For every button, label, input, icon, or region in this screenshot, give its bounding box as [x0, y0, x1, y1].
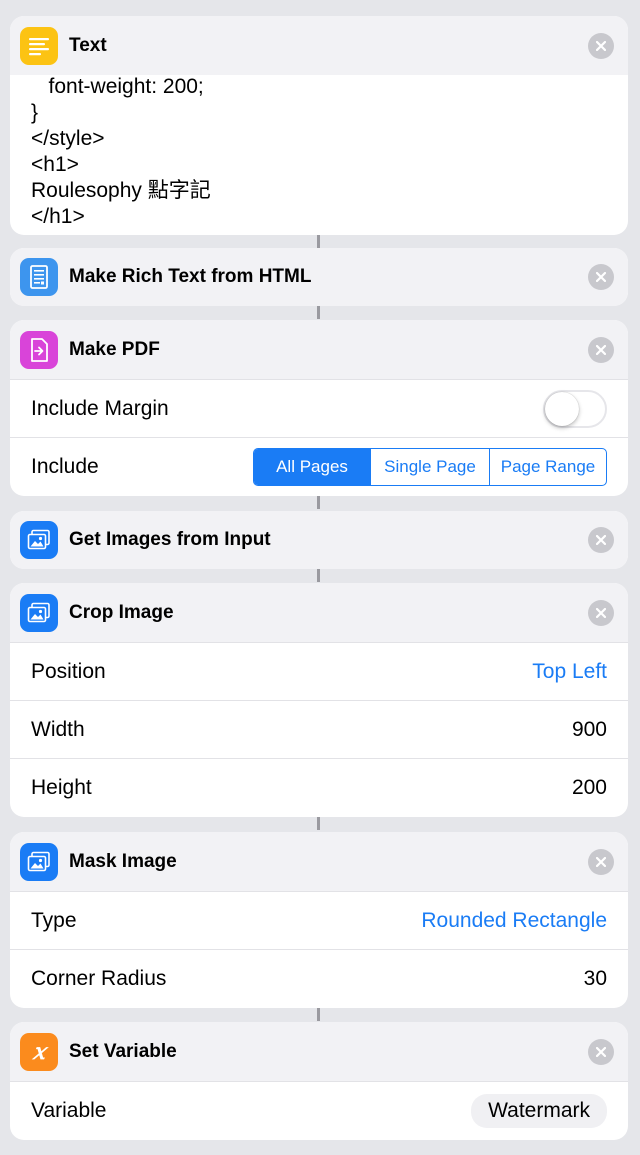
close-icon — [596, 856, 606, 867]
pdf-export-icon — [20, 330, 58, 369]
get-images-action-title: Get Images from Input — [69, 529, 271, 550]
include-margin-label: Include Margin — [31, 396, 169, 420]
rich-text-action-title: Make Rich Text from HTML — [69, 266, 312, 287]
segment-all-pages[interactable]: All Pages — [254, 448, 370, 485]
corner-radius-row[interactable]: Corner Radius 30 — [10, 949, 628, 1007]
make-pdf-action-header[interactable]: Make PDF — [10, 320, 628, 379]
text-line: Roulesophy 點字記 — [31, 179, 211, 202]
document-icon — [20, 258, 58, 296]
crop-image-action-title: Crop Image — [69, 601, 174, 623]
variable-name-token[interactable]: Watermark — [471, 1093, 607, 1128]
close-icon — [596, 535, 606, 545]
include-margin-toggle[interactable] — [543, 389, 607, 428]
crop-image-action-card: Crop Image Position Top Left Width 900 H… — [10, 583, 628, 817]
text-action-title: Text — [69, 34, 107, 56]
include-row: Include All Pages Single Page Page Range — [10, 437, 628, 495]
text-lines-icon — [20, 26, 58, 65]
action-connector — [317, 1008, 320, 1021]
type-row[interactable]: Type Rounded Rectangle — [10, 891, 628, 949]
close-icon — [596, 272, 606, 282]
text-line: <h1> — [31, 153, 79, 176]
remove-rich-text-action-button[interactable] — [588, 264, 614, 290]
variable-x-icon: 𝑥 — [20, 1032, 58, 1071]
get-images-action-card: Get Images from Input — [10, 511, 628, 569]
text-line: font-weight: 200; — [31, 75, 204, 98]
position-label: Position — [31, 659, 106, 683]
remove-make-pdf-action-button[interactable] — [588, 336, 614, 363]
remove-get-images-action-button[interactable] — [588, 527, 614, 553]
action-connector — [317, 496, 320, 509]
mask-image-action-card: Mask Image Type Rounded Rectangle Corner… — [10, 832, 628, 1008]
height-value[interactable]: 200 — [572, 776, 607, 800]
close-icon — [596, 344, 606, 355]
width-label: Width — [31, 717, 85, 741]
segment-single-page[interactable]: Single Page — [370, 448, 489, 485]
include-margin-row: Include Margin — [10, 379, 628, 437]
close-icon — [596, 607, 606, 618]
set-variable-action-title: Set Variable — [69, 1040, 177, 1062]
crop-image-action-header[interactable]: Crop Image — [10, 583, 628, 642]
toggle-knob — [545, 391, 579, 426]
width-row[interactable]: Width 900 — [10, 700, 628, 758]
width-value[interactable]: 900 — [572, 718, 607, 742]
action-connector — [317, 569, 320, 582]
remove-mask-image-action-button[interactable] — [588, 848, 614, 875]
set-variable-action-card: 𝑥 Set Variable Variable Watermark — [10, 1022, 628, 1140]
text-content-editor[interactable]: font-weight: 200; } </style> <h1> Roules… — [10, 74, 628, 230]
mask-image-action-title: Mask Image — [69, 850, 177, 872]
height-row[interactable]: Height 200 — [10, 758, 628, 816]
text-line: } — [31, 101, 39, 124]
photos-icon — [20, 521, 58, 559]
action-connector — [317, 235, 320, 248]
corner-radius-value[interactable]: 30 — [584, 967, 607, 991]
rich-text-action-header[interactable]: Make Rich Text from HTML — [10, 248, 628, 306]
remove-crop-image-action-button[interactable] — [588, 599, 614, 626]
mask-image-action-header[interactable]: Mask Image — [10, 832, 628, 891]
include-segmented-control: All Pages Single Page Page Range — [253, 447, 607, 486]
variable-row: Variable Watermark — [10, 1081, 628, 1139]
remove-set-variable-action-button[interactable] — [588, 1038, 614, 1065]
action-connector — [317, 306, 320, 319]
height-label: Height — [31, 775, 92, 799]
type-label: Type — [31, 908, 77, 932]
include-label: Include — [31, 454, 99, 478]
close-icon — [596, 40, 606, 51]
text-line: </h1> — [31, 205, 85, 228]
text-action-card: Text font-weight: 200; } </style> <h1> R… — [10, 16, 628, 235]
segment-page-range[interactable]: Page Range — [489, 448, 606, 485]
set-variable-action-header[interactable]: 𝑥 Set Variable — [10, 1022, 628, 1081]
photos-icon — [20, 842, 58, 881]
text-action-header[interactable]: Text — [10, 16, 628, 75]
make-pdf-action-title: Make PDF — [69, 338, 160, 360]
get-images-action-header[interactable]: Get Images from Input — [10, 511, 628, 569]
close-icon — [596, 1046, 606, 1057]
position-value[interactable]: Top Left — [532, 660, 607, 684]
make-pdf-action-card: Make PDF Include Margin Include All Page… — [10, 320, 628, 496]
variable-label: Variable — [31, 1098, 107, 1122]
corner-radius-label: Corner Radius — [31, 966, 167, 990]
rich-text-action-card: Make Rich Text from HTML — [10, 248, 628, 306]
text-line: </style> — [31, 127, 105, 150]
remove-text-action-button[interactable] — [588, 32, 614, 59]
action-connector — [317, 817, 320, 830]
type-value[interactable]: Rounded Rectangle — [421, 909, 607, 933]
photos-icon — [20, 593, 58, 632]
position-row[interactable]: Position Top Left — [10, 642, 628, 700]
